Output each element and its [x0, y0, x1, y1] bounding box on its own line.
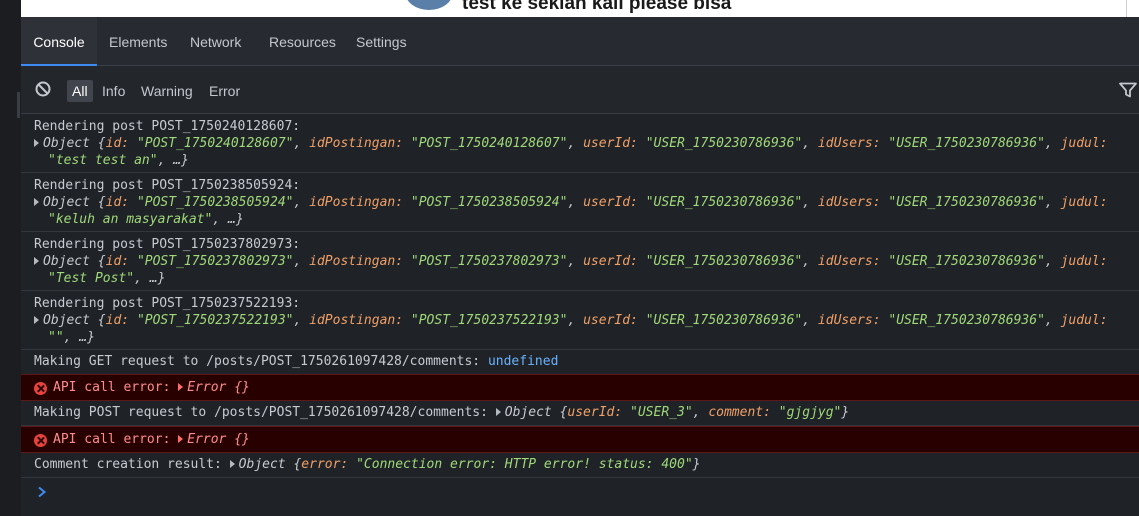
console-log: Rendering post POST_1750240128607: Objec… — [21, 114, 1139, 516]
log-entry: Making POST request to /posts/POST_17502… — [21, 401, 1139, 426]
log-entry: Rendering post POST_1750237522193: Objec… — [21, 291, 1139, 350]
tab-network[interactable]: Network — [190, 17, 241, 65]
error-text: API call error: Error {} — [53, 380, 250, 395]
error-entry: API call error: Error {} — [21, 426, 1139, 453]
post-title: test ke sekian kali please bisa — [462, 0, 732, 14]
filter-warning[interactable]: Warning — [141, 80, 193, 102]
devtools-tabbar: Console Elements Network Resources Setti… — [21, 17, 1139, 66]
disclosure-triangle-icon[interactable] — [495, 408, 501, 416]
tab-console[interactable]: Console — [21, 17, 97, 66]
disclosure-triangle-icon[interactable] — [34, 316, 39, 324]
object-preview[interactable]: Object {id: "POST_1750238505924", idPost… — [34, 194, 1108, 211]
disclosure-triangle-icon[interactable] — [34, 139, 39, 147]
log-text[interactable]: Making POST request to /posts/POST_17502… — [34, 404, 849, 421]
chevron-right-icon[interactable] — [36, 486, 48, 498]
log-entry: Rendering post POST_1750238505924: Objec… — [21, 173, 1139, 232]
object-preview-cont: "keluh an masyarakat", …} — [48, 212, 244, 227]
disclosure-triangle-icon[interactable] — [229, 460, 235, 468]
log-text: Rendering post POST_1750237522193: — [34, 296, 301, 311]
log-text: Rendering post POST_1750238505924: — [34, 178, 301, 193]
avatar — [405, 0, 453, 10]
filter-all[interactable]: All — [67, 80, 93, 102]
disclosure-triangle-icon[interactable] — [34, 198, 39, 206]
tab-resources[interactable]: Resources — [269, 17, 336, 65]
log-entry: Comment creation result: Object {error: … — [21, 453, 1139, 478]
devtools-panel: Console Elements Network Resources Setti… — [21, 17, 1139, 516]
console-filterbar: All Info Warning Error — [21, 66, 1139, 114]
object-preview-cont: "test test an", …} — [48, 153, 189, 168]
log-text: Making GET request to /posts/POST_175026… — [34, 354, 559, 369]
clear-console-icon[interactable] — [35, 81, 51, 97]
edge-marker — [17, 92, 20, 118]
disclosure-triangle-icon[interactable] — [178, 383, 184, 391]
error-text: API call error: Error {} — [53, 432, 250, 447]
disclosure-triangle-icon[interactable] — [34, 257, 39, 265]
error-circle-icon — [34, 382, 47, 395]
log-text: Rendering post POST_1750240128607: — [34, 119, 301, 134]
tab-elements[interactable]: Elements — [109, 17, 167, 65]
log-text: Rendering post POST_1750237802973: — [34, 237, 301, 252]
log-entry: Rendering post POST_1750237802973: Objec… — [21, 232, 1139, 291]
error-entry: API call error: Error {} — [21, 374, 1139, 401]
log-entry: Rendering post POST_1750240128607: Objec… — [21, 114, 1139, 173]
log-entry: Making GET request to /posts/POST_175026… — [21, 350, 1139, 375]
object-preview-cont: "Test Post", …} — [48, 271, 166, 286]
column-divider — [1126, 0, 1127, 17]
log-text[interactable]: Comment creation result: Object {error: … — [34, 456, 700, 473]
object-preview-cont: "", …} — [48, 330, 95, 345]
object-preview[interactable]: Object {id: "POST_1750237802973", idPost… — [34, 253, 1108, 270]
disclosure-triangle-icon[interactable] — [178, 435, 184, 443]
left-edge-strip — [0, 0, 21, 516]
funnel-icon[interactable] — [1119, 82, 1137, 98]
page-preview: test ke sekian kali please bisa — [21, 0, 1139, 17]
object-preview[interactable]: Object {id: "POST_1750240128607", idPost… — [34, 135, 1108, 152]
object-preview[interactable]: Object {id: "POST_1750237522193", idPost… — [34, 312, 1108, 329]
filter-error[interactable]: Error — [209, 80, 240, 102]
error-circle-icon — [34, 434, 47, 447]
tab-settings[interactable]: Settings — [356, 17, 407, 65]
filter-info[interactable]: Info — [102, 80, 125, 102]
